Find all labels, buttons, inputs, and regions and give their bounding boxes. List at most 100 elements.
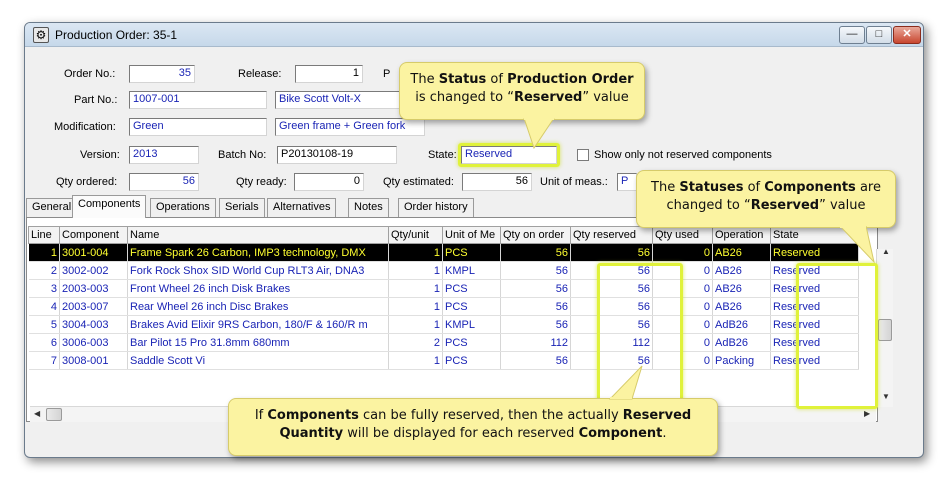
cell-name[interactable]: Brakes Avid Elixir 9RS Carbon, 180/F & 1… [127, 315, 389, 334]
cell-operation[interactable]: Packing [712, 351, 771, 370]
cell-component[interactable]: 3001-004 [59, 243, 128, 262]
tab-notes[interactable]: Notes [348, 198, 389, 217]
tab-alternatives[interactable]: Alternatives [267, 198, 337, 217]
cell-unit-of-meas[interactable]: PCS [442, 279, 501, 298]
cell-operation[interactable]: AdB26 [712, 315, 771, 334]
col-header-line[interactable]: Line [28, 226, 60, 244]
part-no-field[interactable]: 1007-001 [129, 91, 267, 109]
cell-qty-unit[interactable]: 1 [388, 315, 443, 334]
cell-line[interactable]: 2 [28, 261, 60, 280]
cell-unit-of-meas[interactable]: PCS [442, 243, 501, 262]
cell-component[interactable]: 2003-007 [59, 297, 128, 316]
cell-qty-used[interactable]: 0 [652, 351, 713, 370]
cell-qty-on-order[interactable]: 56 [500, 261, 571, 280]
cell-operation[interactable]: AdB26 [712, 333, 771, 352]
col-header-qty-unit[interactable]: Qty/unit [388, 226, 443, 244]
cell-name[interactable]: Frame Spark 26 Carbon, IMP3 technology, … [127, 243, 389, 262]
scroll-left-icon[interactable]: ◀ [34, 409, 40, 418]
cell-state[interactable]: Reserved [770, 333, 859, 352]
col-header-name[interactable]: Name [127, 226, 389, 244]
release-field[interactable]: 1 [295, 65, 363, 83]
batch-no-field[interactable]: P20130108-19 [277, 146, 397, 164]
table-row[interactable]: 6 3006-003 Bar Pilot 15 Pro 31.8mm 680mm 2 P… [28, 333, 859, 352]
modification-desc-field[interactable]: Green frame + Green fork [275, 118, 425, 136]
cell-name[interactable]: Front Wheel 26 inch Disk Brakes [127, 279, 389, 298]
cell-qty-on-order[interactable]: 112 [500, 333, 571, 352]
scroll-down-icon[interactable]: ▼ [882, 392, 890, 401]
cell-qty-unit[interactable]: 1 [388, 297, 443, 316]
tab-operations[interactable]: Operations [150, 198, 216, 217]
cell-unit-of-meas[interactable]: PCS [442, 297, 501, 316]
cell-operation[interactable]: AB26 [712, 261, 771, 280]
cell-qty-unit[interactable]: 1 [388, 279, 443, 298]
cell-qty-reserved[interactable]: 56 [570, 261, 653, 280]
cell-qty-used[interactable]: 0 [652, 243, 713, 262]
table-row[interactable]: 5 3004-003 Brakes Avid Elixir 9RS Carbon, … [28, 315, 859, 334]
table-row[interactable]: 4 2003-007 Rear Wheel 26 inch Disc Brakes 1… [28, 297, 859, 316]
cell-qty-reserved[interactable]: 56 [570, 279, 653, 298]
title-bar[interactable]: ⚙ Production Order: 35-1 — □ ✕ [25, 23, 923, 47]
grid-vertical-scrollbar[interactable]: ▲ ▼ [876, 247, 893, 407]
cell-operation[interactable]: AB26 [712, 279, 771, 298]
cell-qty-used[interactable]: 0 [652, 333, 713, 352]
qty-ready-field[interactable]: 0 [294, 173, 364, 191]
tab-general[interactable]: General [26, 198, 78, 217]
tab-components[interactable]: Components [72, 195, 147, 218]
cell-qty-on-order[interactable]: 56 [500, 243, 571, 262]
cell-qty-reserved[interactable]: 56 [570, 315, 653, 334]
cell-line[interactable]: 5 [28, 315, 60, 334]
scroll-right-icon[interactable]: ▶ [864, 409, 870, 418]
modification-field[interactable]: Green [129, 118, 267, 136]
cell-unit-of-meas[interactable]: KMPL [442, 261, 501, 280]
col-header-operation[interactable]: Operation [712, 226, 771, 244]
cell-state[interactable]: Reserved [770, 297, 859, 316]
cell-state[interactable]: Reserved [770, 351, 859, 370]
cell-component[interactable]: 3006-003 [59, 333, 128, 352]
cell-line[interactable]: 6 [28, 333, 60, 352]
cell-qty-unit[interactable]: 1 [388, 351, 443, 370]
cell-state[interactable]: Reserved [770, 315, 859, 334]
cell-component[interactable]: 3004-003 [59, 315, 128, 334]
cell-qty-unit[interactable]: 1 [388, 243, 443, 262]
show-not-reserved-checkbox[interactable] [577, 149, 589, 161]
tab-serials[interactable]: Serials [219, 198, 265, 217]
cell-qty-unit[interactable]: 1 [388, 261, 443, 280]
version-field[interactable]: 2013 [129, 146, 199, 164]
cell-line[interactable]: 4 [28, 297, 60, 316]
cell-state[interactable]: Reserved [770, 279, 859, 298]
cell-qty-used[interactable]: 0 [652, 297, 713, 316]
cell-name[interactable]: Fork Rock Shox SID World Cup RLT3 Air, D… [127, 261, 389, 280]
cell-state[interactable]: Reserved [770, 261, 859, 280]
cell-qty-on-order[interactable]: 56 [500, 351, 571, 370]
cell-operation[interactable]: AB26 [712, 297, 771, 316]
cell-line[interactable]: 7 [28, 351, 60, 370]
cell-qty-reserved[interactable]: 56 [570, 243, 653, 262]
col-header-qty-reserved[interactable]: Qty reserved [570, 226, 653, 244]
table-row[interactable]: 3 2003-003 Front Wheel 26 inch Disk Brakes… [28, 279, 859, 298]
cell-qty-on-order[interactable]: 56 [500, 279, 571, 298]
cell-component[interactable]: 2003-003 [59, 279, 128, 298]
cell-name[interactable]: Rear Wheel 26 inch Disc Brakes [127, 297, 389, 316]
scroll-up-icon[interactable]: ▲ [882, 247, 890, 256]
close-button[interactable]: ✕ [893, 26, 921, 44]
cell-qty-reserved[interactable]: 112 [570, 333, 653, 352]
qty-ordered-field[interactable]: 56 [129, 173, 199, 191]
cell-qty-used[interactable]: 0 [652, 315, 713, 334]
order-no-field[interactable]: 35 [129, 65, 195, 83]
cell-qty-reserved[interactable]: 56 [570, 297, 653, 316]
col-header-qty-on-order[interactable]: Qty on order [500, 226, 571, 244]
cell-line[interactable]: 3 [28, 279, 60, 298]
cell-qty-used[interactable]: 0 [652, 261, 713, 280]
table-row[interactable]: 7 3008-001 Saddle Scott Vi 1 PCS 56 56 0 Packing… [28, 351, 859, 370]
unit-of-meas-field[interactable]: P [617, 173, 637, 191]
cell-name[interactable]: Bar Pilot 15 Pro 31.8mm 680mm [127, 333, 389, 352]
col-header-qty-used[interactable]: Qty used [652, 226, 713, 244]
cell-component[interactable]: 3008-001 [59, 351, 128, 370]
minimize-button[interactable]: — [839, 26, 865, 44]
part-name-field[interactable]: Bike Scott Volt-X [275, 91, 415, 109]
col-header-unit-of-meas[interactable]: Unit of Me [442, 226, 501, 244]
cell-qty-unit[interactable]: 2 [388, 333, 443, 352]
col-header-component[interactable]: Component [59, 226, 128, 244]
table-row[interactable]: 1 3001-004 Frame Spark 26 Carbon, IMP3 tec… [28, 243, 859, 262]
cell-name[interactable]: Saddle Scott Vi [127, 351, 389, 370]
